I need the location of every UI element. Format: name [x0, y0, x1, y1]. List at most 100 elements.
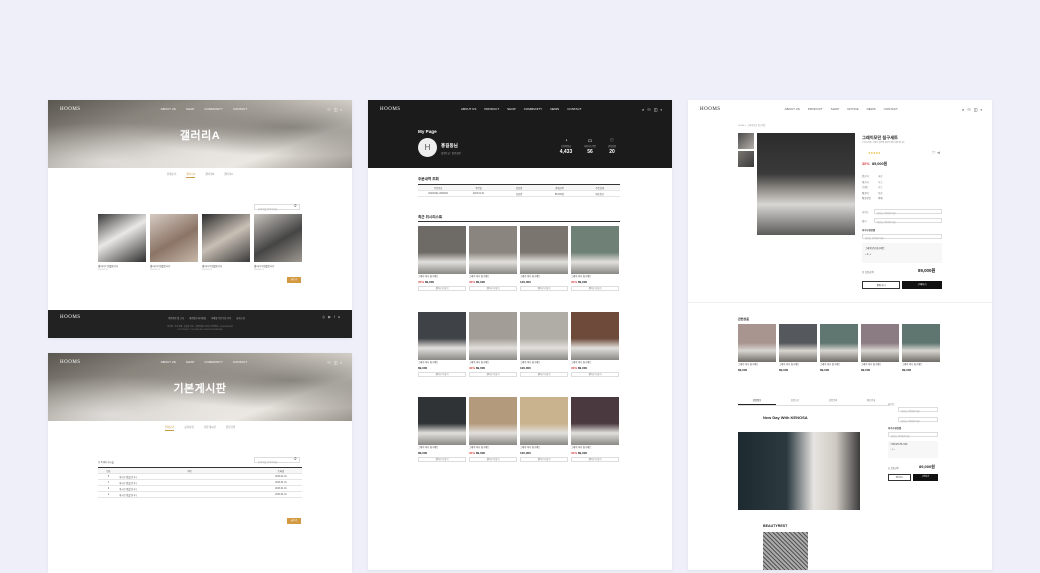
- side-cart-button[interactable]: 장바구니: [888, 474, 911, 481]
- product-image[interactable]: [469, 226, 517, 274]
- heart-icon[interactable]: ♡: [932, 150, 936, 155]
- flag-icon[interactable]: ▪: [981, 107, 982, 112]
- nav-contact[interactable]: CONTACT: [233, 107, 247, 111]
- product-image[interactable]: [418, 226, 466, 274]
- cart-icon[interactable]: ◫: [974, 107, 978, 112]
- gallery-caption[interactable]: 갤러리 4 샘플입니다 2023.01.01: [254, 265, 274, 272]
- addon-select[interactable]: 옵션을 선택해주세요: [862, 234, 942, 240]
- write-button[interactable]: 글쓰기: [287, 518, 301, 524]
- footer-link[interactable]: 이용약관 및 고지: [168, 316, 184, 320]
- product-card[interactable]: 그레이 미니 침구세트 120,000 장바구니 담기: [520, 226, 568, 291]
- product-name[interactable]: 그레이 미니 침구세트: [469, 276, 517, 279]
- related-name[interactable]: 그레이 미니 침구세트: [902, 364, 940, 367]
- tab-shipping[interactable]: 배송안내: [852, 398, 890, 405]
- tab-gallery-c[interactable]: 갤러리C: [224, 172, 233, 178]
- related-card[interactable]: 그레이 미니 침구세트 89,000: [861, 324, 899, 372]
- product-image[interactable]: [571, 397, 619, 445]
- related-card[interactable]: 그레이 미니 침구세트 89,000: [738, 324, 776, 372]
- blog-icon[interactable]: ●: [338, 315, 340, 319]
- gallery-caption[interactable]: 갤러리 1 샘플입니다 2023.01.01: [98, 265, 118, 272]
- product-image[interactable]: [418, 312, 466, 360]
- add-to-cart-button[interactable]: 장바구니 담기: [571, 456, 619, 462]
- tab-gallery-b[interactable]: 갤러리B: [205, 172, 214, 178]
- side-buy-button[interactable]: 구매하기: [913, 474, 938, 481]
- side-color-select[interactable]: 옵션을 선택해주세요: [898, 417, 938, 423]
- add-to-cart-button[interactable]: 장바구니 담기: [469, 371, 517, 377]
- color-select[interactable]: 옵션을 선택해주세요: [874, 218, 942, 224]
- gallery-thumb[interactable]: [98, 214, 146, 262]
- quantity-stepper[interactable]: – 1 +: [865, 253, 939, 256]
- row-title[interactable]: 게시판 샘플입니다: [119, 493, 260, 497]
- search-icon[interactable]: ⌕: [962, 107, 964, 112]
- product-name[interactable]: 그레이 미니 침구세트: [418, 447, 466, 450]
- product-image[interactable]: [520, 312, 568, 360]
- logo[interactable]: HOOMS: [60, 360, 81, 365]
- product-name[interactable]: 그레이 미니 침구세트: [418, 362, 466, 365]
- product-card[interactable]: 그레이 미니 침구세트 120,000 장바구니 담기: [520, 397, 568, 462]
- product-card[interactable]: 그레이 미니 침구세트 89,000 장바구니 담기: [418, 312, 466, 377]
- product-card[interactable]: 그레이 미니 침구세트 30% 89,000 장바구니 담기: [571, 226, 619, 291]
- cart-icon[interactable]: ◫: [334, 360, 338, 365]
- nav-product[interactable]: PRODUCT: [484, 107, 499, 111]
- stat-points[interactable]: ◔ 보유적립금 4,433: [554, 138, 578, 155]
- product-name[interactable]: 그레이 미니 침구세트: [469, 362, 517, 365]
- product-card[interactable]: 그레이 미니 침구세트 30% 89,000 장바구니 담기: [469, 397, 517, 462]
- tab-all[interactable]: 전체보기: [167, 172, 177, 178]
- row-title[interactable]: 게시판 샘플입니다: [119, 487, 260, 491]
- product-name[interactable]: 그레이 미니 침구세트: [520, 447, 568, 450]
- buy-button[interactable]: 구매하기: [902, 281, 942, 289]
- add-to-cart-button[interactable]: 장바구니 담기: [418, 285, 466, 291]
- nav-shop[interactable]: SHOP: [186, 360, 195, 364]
- gallery-thumb[interactable]: [202, 214, 250, 262]
- stat-coupons[interactable]: ▭ 사용가능쿠폰 56: [578, 138, 602, 155]
- size-select[interactable]: 옵션을 선택해주세요: [874, 209, 942, 215]
- product-card[interactable]: 그레이 미니 침구세트 89,000 장바구니 담기: [418, 397, 466, 462]
- nav-about[interactable]: ABOUT US: [161, 360, 176, 364]
- product-name[interactable]: 그레이 미니 침구세트: [520, 362, 568, 365]
- related-name[interactable]: 그레이 미니 침구세트: [861, 364, 899, 367]
- stat-wishlist[interactable]: ♡ 관심상품 20: [600, 138, 624, 155]
- add-to-cart-button[interactable]: 장바구니 담기: [418, 371, 466, 377]
- nav-news[interactable]: NEWS: [867, 107, 876, 111]
- tab-info[interactable]: 상품정보: [738, 398, 776, 405]
- product-card[interactable]: 그레이 미니 침구세트 30% 89,000 장바구니 담기: [418, 226, 466, 291]
- product-name[interactable]: 그레이 미니 침구세트: [418, 276, 466, 279]
- add-to-cart-button[interactable]: 장바구니 담기: [571, 285, 619, 291]
- nav-product[interactable]: PRODUCT: [808, 107, 823, 111]
- nav-about[interactable]: ABOUT US: [785, 107, 800, 111]
- related-image[interactable]: [820, 324, 858, 362]
- row-title[interactable]: 게시판 샘플입니다: [119, 481, 260, 485]
- flag-icon[interactable]: ▪: [341, 107, 342, 112]
- youtube-icon[interactable]: ▶: [328, 315, 331, 319]
- product-card[interactable]: 그레이 미니 침구세트 30% 89,000 장바구니 담기: [469, 226, 517, 291]
- product-name[interactable]: 그레이 미니 침구세트: [469, 447, 517, 450]
- table-row[interactable]: 2 게시판 샘플입니다 2023.01.01: [98, 492, 302, 498]
- related-name[interactable]: 그레이 미니 침구세트: [738, 364, 776, 367]
- share-icon[interactable]: ⋖: [937, 150, 940, 155]
- thumb-small[interactable]: [738, 133, 754, 149]
- product-image[interactable]: [469, 397, 517, 445]
- gallery-thumb[interactable]: [150, 214, 198, 262]
- add-to-cart-button[interactable]: 장바구니 담기: [418, 456, 466, 462]
- footer-link[interactable]: 이메일 무단수집 거부: [211, 316, 231, 320]
- add-to-cart-button[interactable]: 장바구니 담기: [469, 285, 517, 291]
- add-to-cart-button[interactable]: 장바구니 담기: [520, 285, 568, 291]
- user-icon[interactable]: ⚇: [647, 107, 651, 112]
- cart-button[interactable]: 장바구니: [862, 281, 900, 289]
- product-card[interactable]: 그레이 미니 침구세트 120,000 장바구니 담기: [520, 312, 568, 377]
- product-image[interactable]: [520, 226, 568, 274]
- footer-link[interactable]: 개인정보처리방침: [189, 316, 206, 320]
- tab-free[interactable]: 자유게시판: [204, 425, 216, 431]
- add-to-cart-button[interactable]: 장바구니 담기: [571, 371, 619, 377]
- cart-icon[interactable]: ◫: [654, 107, 658, 112]
- nav-contact[interactable]: CONTACT: [233, 360, 247, 364]
- related-card[interactable]: 그레이 미니 침구세트 89,000: [779, 324, 817, 372]
- search-icon[interactable]: ⌕: [642, 107, 644, 112]
- tab-all[interactable]: 전체보기: [164, 425, 175, 431]
- product-image[interactable]: [571, 312, 619, 360]
- related-name[interactable]: 그레이 미니 침구세트: [820, 364, 858, 367]
- user-icon[interactable]: ⚇: [327, 107, 331, 112]
- nav-community[interactable]: COMMUNITY: [204, 107, 223, 111]
- breadcrumb[interactable]: HOME > 그레이모던 침구세트: [738, 123, 766, 127]
- product-image[interactable]: [469, 312, 517, 360]
